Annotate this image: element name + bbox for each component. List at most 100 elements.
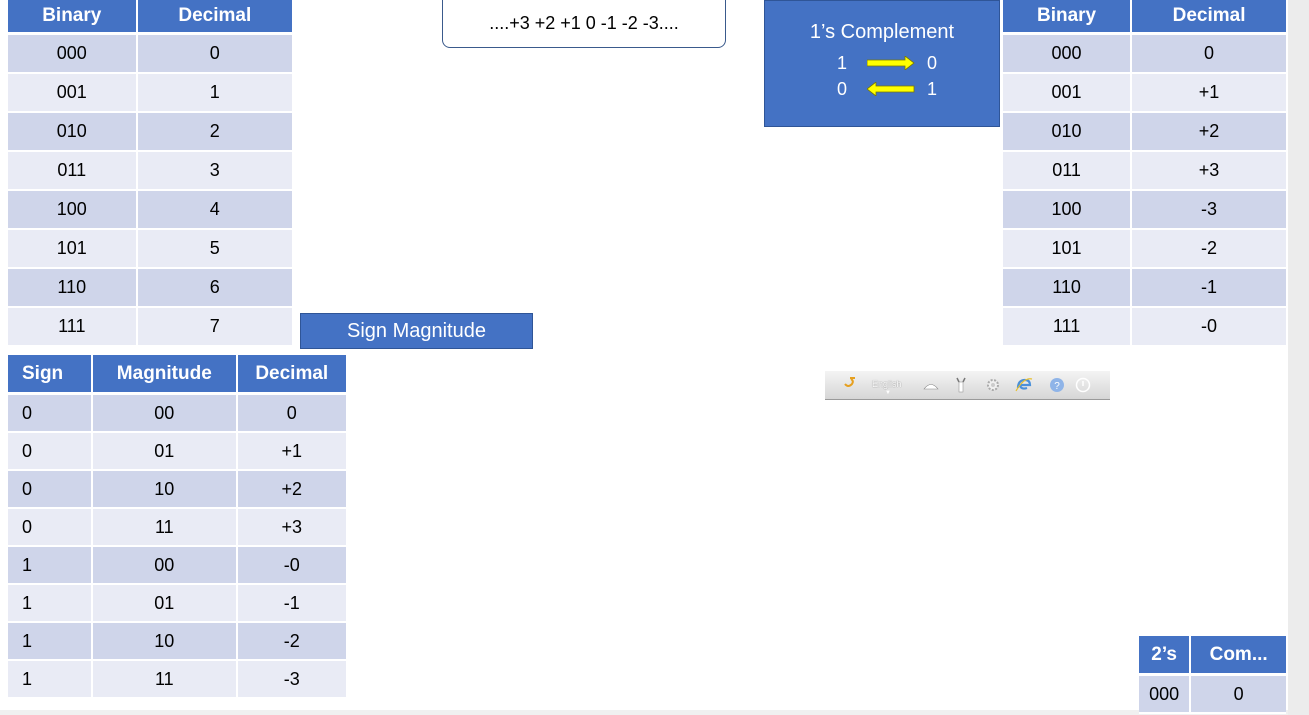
table-cell: 01: [93, 433, 238, 471]
table-cell: 0: [237, 395, 346, 433]
column-header: Decimal: [1132, 0, 1286, 35]
rule-input: 0: [837, 79, 848, 99]
table-cell: 11: [93, 509, 238, 547]
table-cell: 1: [137, 74, 292, 113]
table-row: 001 1: [8, 74, 292, 113]
ones-complement-title: 1’s Complement: [809, 21, 955, 43]
table-row: 001+1: [1003, 74, 1286, 113]
table-cell: 0: [8, 471, 94, 509]
table-row: 111 7: [8, 308, 292, 347]
sign-magnitude-label: Sign Magnitude: [300, 313, 533, 349]
table-cell: -3: [1132, 191, 1286, 230]
table-row: 011+3: [1003, 152, 1286, 191]
table-cell: -0: [1132, 308, 1286, 347]
table-row: 1 11 -3: [8, 661, 346, 699]
table-row: 0000: [8, 35, 292, 74]
column-header: Binary: [8, 0, 138, 35]
rule-output: 1: [927, 79, 938, 99]
table-cell: 000: [1139, 676, 1192, 714]
help-icon[interactable]: ?: [1049, 377, 1065, 395]
table-cell: 100: [8, 191, 138, 230]
table-cell: 000: [1003, 35, 1133, 74]
table-cell: 101: [1003, 230, 1133, 269]
table-cell: +3: [1132, 152, 1286, 191]
table-cell: -3: [237, 661, 346, 699]
table-cell: 0: [8, 395, 94, 433]
table-cell: 110: [1003, 269, 1133, 308]
table-cell: 1: [8, 661, 94, 699]
table-cell: 0: [137, 35, 292, 74]
table-row: 1 10 -2: [8, 623, 346, 661]
table-row: 100 -3: [1003, 191, 1286, 230]
table-cell: +1: [237, 433, 346, 471]
table-header-row: Binary Decimal: [1003, 0, 1286, 35]
table-row: 1 00 -0: [8, 547, 346, 585]
svg-text:?: ?: [1054, 381, 1060, 392]
table-row: 010 2: [8, 113, 292, 152]
table-row: 111 -0: [1003, 308, 1286, 347]
table-cell: 100: [1003, 191, 1133, 230]
power-icon[interactable]: [1075, 377, 1091, 395]
table-row: 1 01 -1: [8, 585, 346, 623]
table-row: 101 5: [8, 230, 292, 269]
caret-down-icon[interactable]: ▼: [885, 390, 891, 396]
ones-complement-table: Binary Decimal 000 0 001 +1 010 +2 011 +3 100 -3 10…: [1003, 0, 1286, 347]
table-cell: 01: [93, 585, 238, 623]
table-cell: 101: [8, 230, 138, 269]
table-row: 010+2: [8, 471, 346, 509]
table-header-row: Binary Decimal: [8, 0, 292, 35]
table-cell: +2: [1132, 113, 1286, 152]
table-row: 011+3: [8, 509, 346, 547]
arrow-right-icon: [867, 56, 915, 70]
language-bar[interactable]: English ▼ ?: [825, 371, 1110, 400]
tools-icon[interactable]: [955, 376, 967, 396]
table-row: 101 -2: [1003, 230, 1286, 269]
table-cell: 0: [8, 509, 94, 547]
table-cell: 0: [1191, 676, 1286, 714]
number-line-text: ....+3 +2 +1 0 -1 -2 -3....: [489, 12, 679, 33]
column-header: Decimal: [137, 0, 292, 35]
table-cell: 3: [137, 152, 292, 191]
settings-icon[interactable]: [985, 377, 1001, 395]
table-cell: 001: [8, 74, 138, 113]
number-line-box: ....+3 +2 +1 0 -1 -2 -3....: [442, 0, 726, 48]
table-cell: 0: [8, 433, 94, 471]
rule-input: 1: [837, 53, 848, 73]
browser-icon[interactable]: [1015, 376, 1033, 396]
table-cell: 2: [137, 113, 292, 152]
table-cell: 000: [8, 35, 138, 74]
table-cell: 010: [8, 113, 138, 152]
column-header: Sign: [8, 355, 94, 395]
column-header: Com...: [1191, 636, 1286, 676]
table-cell: -2: [237, 623, 346, 661]
table-cell: 111: [1003, 308, 1133, 347]
language-selector[interactable]: English: [872, 379, 902, 389]
table-cell: 10: [93, 471, 238, 509]
column-header: Decimal: [237, 355, 346, 395]
sign-magnitude-table: Sign Magnitude Decimal 0 00 0 0 01 +1 0 10 +2 0 11 +3…: [8, 355, 346, 699]
table-row: 110 6: [8, 269, 292, 308]
complement-rule-row: 0 1: [837, 79, 957, 101]
binary-decimal-table: Binary Decimal 000 0 001 1 010 2 011 3 100 4 101 5 11…: [8, 0, 292, 347]
keyboard-icon[interactable]: [923, 380, 939, 392]
table-cell: -0: [237, 547, 346, 585]
table-cell: 10: [93, 623, 238, 661]
table-cell: 4: [137, 191, 292, 230]
table-cell: 11: [93, 661, 238, 699]
table-row: 0000: [1003, 35, 1286, 74]
table-cell: 010: [1003, 113, 1133, 152]
table-cell: +2: [237, 471, 346, 509]
scrollbar-track[interactable]: [1288, 0, 1309, 715]
app-logo-icon[interactable]: [843, 375, 857, 392]
ones-complement-box: 1’s Complement 1 0 0 1: [764, 0, 1000, 127]
column-header: 2’s: [1139, 636, 1192, 676]
arrow-left-icon: [867, 82, 915, 96]
table-cell: 111: [8, 308, 138, 347]
table-cell: 7: [137, 308, 292, 347]
table-cell: 1: [8, 585, 94, 623]
table-cell: +1: [1132, 74, 1286, 113]
table-row: 0000: [1139, 676, 1286, 714]
table-cell: 0: [1132, 35, 1286, 74]
table-cell: 110: [8, 269, 138, 308]
table-row: 010+2: [1003, 113, 1286, 152]
